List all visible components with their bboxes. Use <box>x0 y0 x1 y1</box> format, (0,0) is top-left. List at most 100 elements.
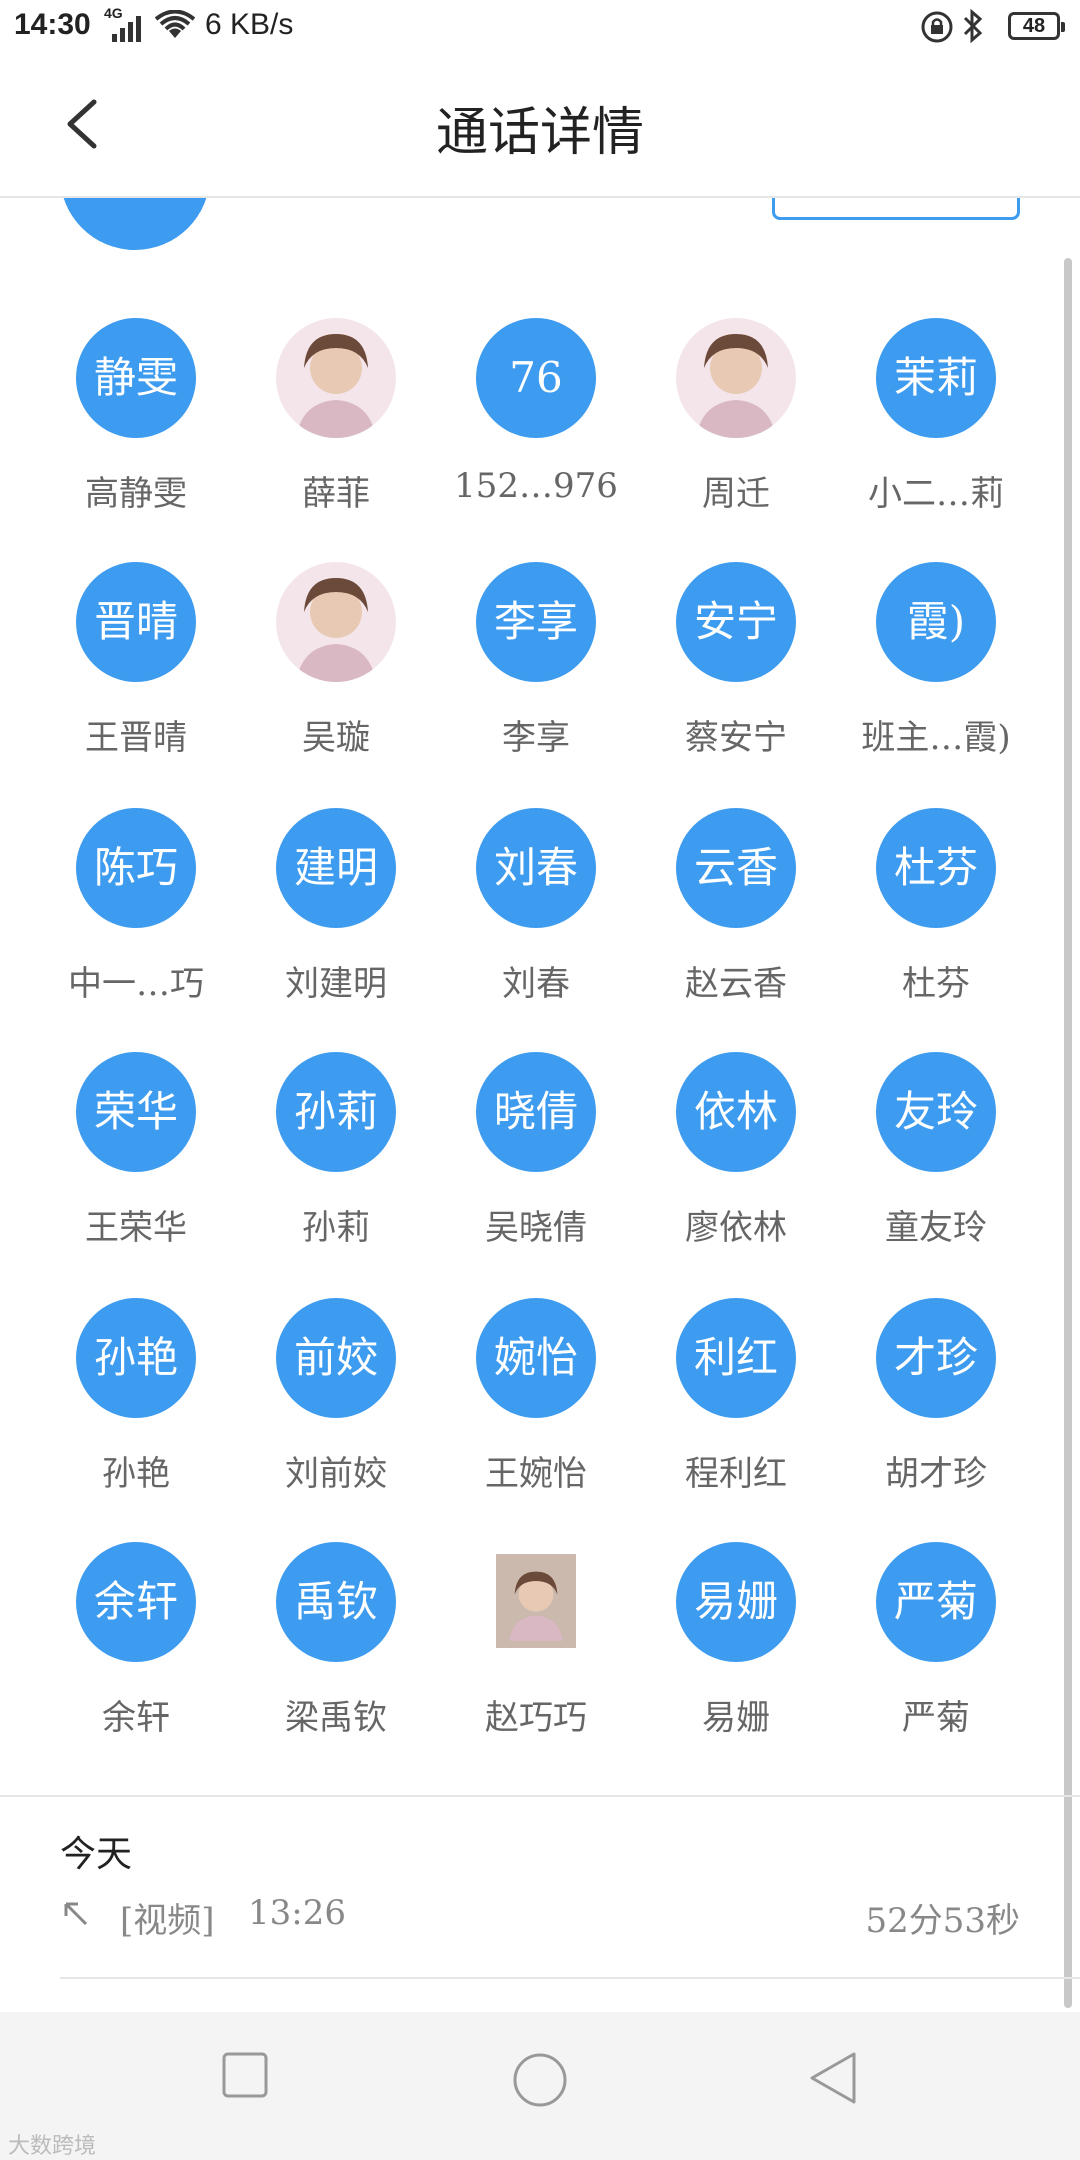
contact-name: 王婉怡 <box>485 1454 587 1494</box>
call-time: 13:26 <box>248 1893 346 1933</box>
contact-name: 刘建明 <box>285 964 387 1004</box>
contact-item[interactable]: 友玲 童友玲 <box>836 1052 1036 1272</box>
contact-name: 周迁 <box>702 474 770 514</box>
contact-item[interactable]: 李享 李享 <box>436 562 636 782</box>
contact-item[interactable]: 孙艳 孙艳 <box>36 1298 236 1518</box>
contact-item[interactable]: 霞) 班主…霞) <box>836 562 1036 782</box>
contact-item[interactable]: 依林 廖依林 <box>636 1052 836 1272</box>
contact-avatar[interactable]: 禹钦 <box>276 1542 396 1662</box>
contact-avatar[interactable]: 陈巧 <box>76 808 196 928</box>
contact-avatar[interactable]: 利红 <box>676 1298 796 1418</box>
contact-item[interactable]: 安宁 蔡安宁 <box>636 562 836 782</box>
contact-avatar[interactable]: 76 <box>476 318 596 438</box>
app-header: 通话详情 <box>0 56 1080 198</box>
contact-avatar[interactable]: 静雯 <box>76 318 196 438</box>
contact-item[interactable]: 陈巧中一…巧 <box>36 808 236 1028</box>
contact-item[interactable]: 刘春 刘春 <box>436 808 636 1028</box>
rotation-lock-icon <box>921 11 953 43</box>
contact-avatar[interactable]: 安宁 <box>676 562 796 682</box>
contact-item[interactable]: 严菊 严菊 <box>836 1542 1036 1762</box>
contact-item[interactable]: 余轩 余轩 <box>36 1542 236 1762</box>
avatar-photo-icon <box>509 1571 563 1641</box>
contact-item[interactable]: 婉怡 王婉怡 <box>436 1298 636 1518</box>
contact-name: 孙莉 <box>302 1208 370 1248</box>
divider <box>60 1977 1080 1979</box>
contact-avatar[interactable]: 友玲 <box>876 1052 996 1172</box>
contact-photo-avatar[interactable] <box>276 318 396 438</box>
call-type: [视频] <box>120 1901 215 1941</box>
contact-avatar[interactable]: 晓倩 <box>476 1052 596 1172</box>
contact-item[interactable]: 荣华 王荣华 <box>36 1052 236 1272</box>
contact-avatar[interactable]: 荣华 <box>76 1052 196 1172</box>
avatar-photo-icon <box>696 334 776 438</box>
contact-item[interactable]: 前姣 刘前姣 <box>236 1298 436 1518</box>
contact-item[interactable]: 杜芬 杜芬 <box>836 808 1036 1028</box>
contact-name: 薛菲 <box>302 474 370 514</box>
contact-item[interactable]: 晓倩 吴晓倩 <box>436 1052 636 1272</box>
contact-avatar[interactable]: 霞) <box>876 562 996 682</box>
divider <box>0 1795 1080 1797</box>
contact-avatar[interactable]: 严菊 <box>876 1542 996 1662</box>
contact-avatar[interactable]: 云香 <box>676 808 796 928</box>
avatar-photo-icon <box>296 334 376 438</box>
contact-item[interactable]: 建明 刘建明 <box>236 808 436 1028</box>
contact-avatar[interactable]: 建明 <box>276 808 396 928</box>
signal-icon <box>112 16 141 42</box>
contact-item[interactable]: 76 152…976 <box>436 318 636 538</box>
contact-item[interactable]: 静雯 高静雯 <box>36 318 236 538</box>
bluetooth-icon <box>963 8 983 44</box>
call-log-date: 今天 <box>60 1834 133 1875</box>
contact-avatar[interactable]: 才珍 <box>876 1298 996 1418</box>
back-triangle-icon[interactable] <box>808 2052 858 2104</box>
status-bar: 14:30 4G 6 KB/s 48 <box>0 0 1080 56</box>
contact-avatar[interactable]: 前姣 <box>276 1298 396 1418</box>
contact-avatar[interactable]: 刘春 <box>476 808 596 928</box>
contact-avatar[interactable]: 茉莉 <box>876 318 996 438</box>
contact-name: 小二…莉 <box>868 474 1004 514</box>
avatar-photo-icon <box>296 578 376 682</box>
status-time: 14:30 <box>14 8 91 41</box>
contact-avatar[interactable]: 李享 <box>476 562 596 682</box>
contact-item[interactable]: 晋晴 王晋晴 <box>36 562 236 782</box>
contact-name: 王晋晴 <box>85 718 187 758</box>
contact-name: 孙艳 <box>102 1454 170 1494</box>
contact-avatar[interactable]: 杜芬 <box>876 808 996 928</box>
contact-avatar[interactable]: 依林 <box>676 1052 796 1172</box>
contact-item[interactable]: 禹钦 梁禹钦 <box>236 1542 436 1762</box>
contact-name: 李享 <box>502 718 570 758</box>
contact-name: 刘春 <box>502 964 570 1004</box>
home-circle-icon[interactable] <box>512 2052 568 2108</box>
contact-item[interactable]: 云香 赵云香 <box>636 808 836 1028</box>
contact-photo-avatar[interactable] <box>496 1554 576 1648</box>
contact-name: 吴晓倩 <box>485 1208 587 1248</box>
contact-item[interactable]: 周迁 <box>636 318 836 538</box>
scrollbar[interactable] <box>1064 258 1072 2008</box>
contact-item[interactable]: 孙莉 孙莉 <box>236 1052 436 1272</box>
contact-avatar[interactable]: 孙艳 <box>76 1298 196 1418</box>
contact-photo-avatar[interactable] <box>276 562 396 682</box>
contact-item[interactable]: 吴璇 <box>236 562 436 782</box>
contact-avatar[interactable]: 易姗 <box>676 1542 796 1662</box>
contact-name: 易姗 <box>702 1698 770 1738</box>
contact-item[interactable]: 易姗 易姗 <box>636 1542 836 1762</box>
contact-item[interactable]: 利红 程利红 <box>636 1298 836 1518</box>
contact-name: 程利红 <box>685 1454 787 1494</box>
contact-name: 刘前姣 <box>285 1454 387 1494</box>
recents-square-icon[interactable] <box>222 2052 268 2098</box>
contact-item[interactable]: 才珍 胡才珍 <box>836 1298 1036 1518</box>
contact-avatar[interactable]: 孙莉 <box>276 1052 396 1172</box>
contact-avatar[interactable]: 婉怡 <box>476 1298 596 1418</box>
contact-name: 赵巧巧 <box>485 1698 587 1738</box>
contact-avatar[interactable]: 余轩 <box>76 1542 196 1662</box>
contact-name: 严菊 <box>902 1698 970 1738</box>
contact-item[interactable]: 茉莉小二…莉 <box>836 318 1036 538</box>
contact-name: 中一…巧 <box>68 964 204 1004</box>
contact-name: 杜芬 <box>902 964 970 1004</box>
battery-icon: 48 <box>1008 12 1065 40</box>
contact-name: 蔡安宁 <box>685 718 787 758</box>
contact-photo-avatar[interactable] <box>676 318 796 438</box>
contact-name: 胡才珍 <box>885 1454 987 1494</box>
contact-avatar[interactable]: 晋晴 <box>76 562 196 682</box>
contact-item[interactable]: 赵巧巧 <box>436 1542 636 1762</box>
contact-item[interactable]: 薛菲 <box>236 318 436 538</box>
